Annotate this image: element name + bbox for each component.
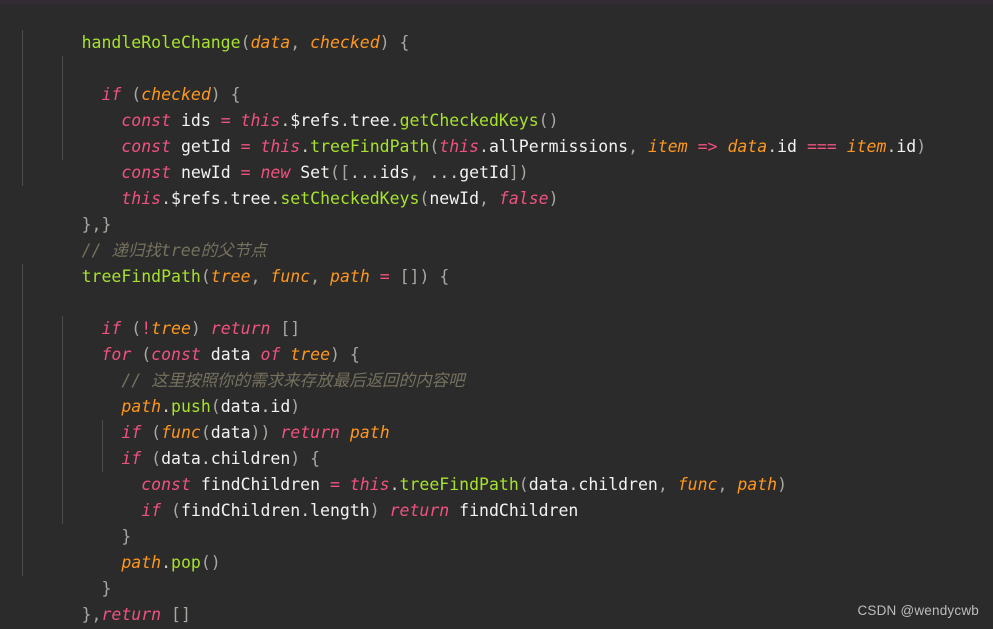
code-line: handleRoleChange(data, checked) { <box>81 33 410 52</box>
comment-text: // 递归找tree的父节点 <box>81 241 267 260</box>
watermark: CSDN @wendycwb <box>857 603 979 618</box>
code-screenshot: handleRoleChange(data, checked) { if (ch… <box>0 0 993 629</box>
code-editor-area[interactable]: handleRoleChange(data, checked) { if (ch… <box>0 4 993 629</box>
code-line: } <box>0 524 993 598</box>
comment-text: // 这里按照你的需求来存放最后返回的内容吧 <box>121 371 465 390</box>
code-line-comment: // 递归找tree的父节点 <box>0 212 993 260</box>
code-line: const ids = this.$refs.tree.getCheckedKe… <box>0 56 993 130</box>
code-line: for (const data of tree) { <box>0 290 993 364</box>
code-line: }, <box>81 605 102 624</box>
